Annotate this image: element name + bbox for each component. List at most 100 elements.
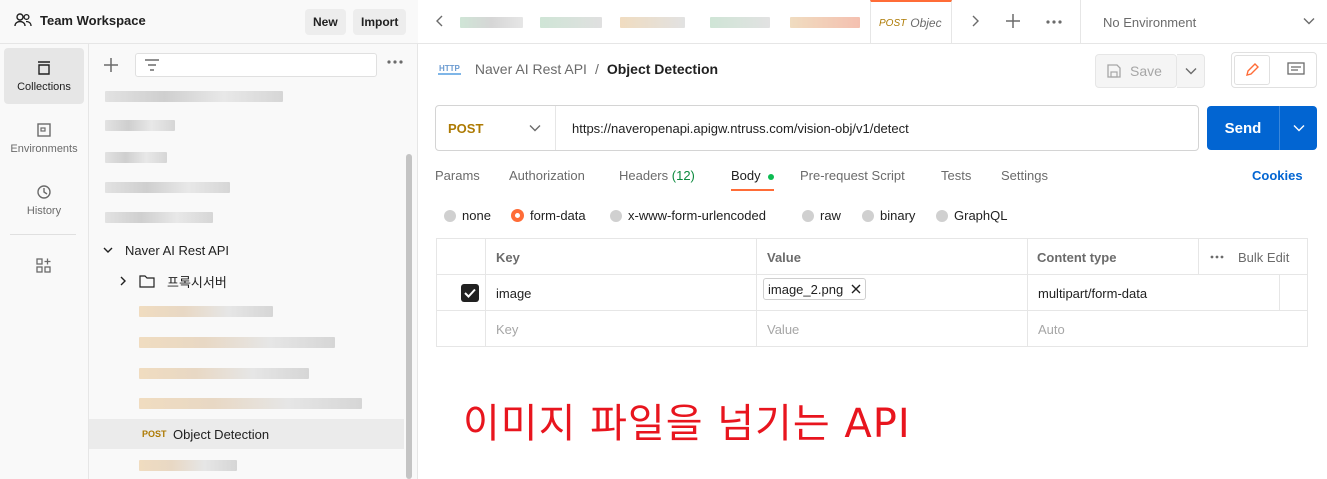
redacted-request[interactable] <box>139 337 335 348</box>
chevron-down-icon <box>1185 67 1197 75</box>
table-row-empty: Key Value Auto <box>437 311 1307 347</box>
tabs-scroll-left-icon[interactable] <box>436 15 444 27</box>
redacted-tab[interactable] <box>460 17 523 28</box>
redacted-request[interactable] <box>139 460 237 471</box>
breadcrumb-parent[interactable]: Naver AI Rest API <box>475 61 587 77</box>
content-type-placeholder[interactable]: Auto <box>1038 311 1065 347</box>
documentation-mode-button[interactable] <box>1278 55 1314 85</box>
tab-method-badge: POST <box>879 17 907 29</box>
method-select[interactable]: POST <box>436 106 556 150</box>
tab-object-detection[interactable]: POST Objec <box>870 0 952 44</box>
redacted-collection[interactable] <box>105 91 283 102</box>
filter-input[interactable] <box>135 53 377 77</box>
collection-node[interactable]: Naver AI Rest API <box>103 240 229 260</box>
radio-urlencoded[interactable]: x-www-form-urlencoded <box>610 208 766 223</box>
radio-form-data[interactable]: form-data <box>511 208 586 223</box>
radio-raw[interactable]: raw <box>802 208 841 223</box>
row-value-file[interactable]: image_2.png <box>763 275 867 311</box>
url-input[interactable]: https://naveropenapi.apigw.ntruss.com/vi… <box>556 121 909 136</box>
bulk-edit-button[interactable]: Bulk Edit <box>1210 239 1289 275</box>
request-method-badge: POST <box>142 429 167 439</box>
row-key[interactable]: image <box>496 275 531 311</box>
cookies-link[interactable]: Cookies <box>1252 168 1303 183</box>
chevron-down-icon <box>1293 124 1305 132</box>
column-header-content-type: Content type <box>1037 249 1117 265</box>
radio-circle-selected <box>511 209 524 222</box>
tabs-more-icon[interactable] <box>1046 19 1062 25</box>
checkmark-icon <box>461 284 479 302</box>
redacted-tab[interactable] <box>540 17 602 28</box>
tab-prerequest-script[interactable]: Pre-request Script <box>800 168 905 183</box>
rail-item-apps[interactable] <box>4 240 84 292</box>
radio-graphql[interactable]: GraphQL <box>936 208 1007 223</box>
row-content-type[interactable]: multipart/form-data <box>1038 275 1147 311</box>
rail-item-environments[interactable]: Environments <box>4 110 84 166</box>
radio-circle <box>862 209 874 222</box>
tab-tests[interactable]: Tests <box>941 168 971 183</box>
redacted-tab[interactable] <box>620 17 685 28</box>
tab-params[interactable]: Params <box>435 168 480 183</box>
save-button[interactable]: Save <box>1095 54 1177 88</box>
edit-mode-button[interactable] <box>1234 55 1270 85</box>
rail-item-collections[interactable]: Collections <box>4 48 84 104</box>
sidebar-scrollbar[interactable] <box>406 154 412 479</box>
tab-body[interactable]: Body <box>731 168 775 191</box>
environments-icon <box>35 121 53 139</box>
table-header-row: Key Value Content type Bulk Edit <box>437 239 1307 275</box>
rail-label-collections: Collections <box>17 81 71 93</box>
redacted-collection[interactable] <box>105 182 230 193</box>
radio-none-label: none <box>462 208 491 223</box>
save-options-button[interactable] <box>1177 54 1205 88</box>
collections-sidebar: Naver AI Rest API 프록시서버 POST Object Dete… <box>89 44 418 479</box>
radio-none[interactable]: none <box>444 208 491 223</box>
collection-name: Naver AI Rest API <box>125 242 230 258</box>
rail-item-history[interactable]: History <box>4 172 84 228</box>
team-icon <box>14 12 32 28</box>
redacted-collection[interactable] <box>105 120 175 131</box>
method-label: POST <box>448 120 484 136</box>
send-button[interactable]: Send <box>1207 106 1317 150</box>
radio-urlencoded-label: x-www-form-urlencoded <box>628 208 766 223</box>
body-indicator-dot <box>768 173 775 180</box>
radio-graphql-label: GraphQL <box>954 208 1008 223</box>
more-icon <box>1210 255 1224 259</box>
redacted-request[interactable] <box>139 398 362 409</box>
send-options-button[interactable] <box>1279 106 1317 150</box>
breadcrumb: HTTP Naver AI Rest API / Object Detectio… <box>438 61 718 77</box>
tab-authorization[interactable]: Authorization <box>509 168 585 183</box>
chevron-down-icon <box>103 246 113 254</box>
tabs-scroll-right-icon[interactable] <box>971 15 979 27</box>
http-icon: HTTP <box>438 63 461 75</box>
tab-headers[interactable]: Headers (12) <box>619 168 695 183</box>
filter-icon <box>144 58 160 72</box>
redacted-collection[interactable] <box>105 212 213 223</box>
redacted-request[interactable] <box>139 368 309 379</box>
tab-settings[interactable]: Settings <box>1001 168 1048 183</box>
request-item-selected[interactable]: POST Object Detection <box>89 419 404 449</box>
chevron-down-icon <box>1303 17 1315 25</box>
key-placeholder[interactable]: Key <box>496 311 518 347</box>
comment-icon <box>1287 62 1305 78</box>
workspace-switcher[interactable]: Team Workspace <box>14 12 146 28</box>
url-bar: POST https://naveropenapi.apigw.ntruss.c… <box>435 105 1199 151</box>
remove-file-icon[interactable] <box>851 284 861 294</box>
redacted-tab[interactable] <box>790 17 860 28</box>
sidebar-more-icon[interactable] <box>387 59 403 65</box>
navigation-rail: Collections Environments History <box>0 44 89 479</box>
pencil-icon <box>1244 62 1260 78</box>
redacted-collection[interactable] <box>105 152 167 163</box>
environment-selector[interactable]: No Environment <box>1080 0 1327 44</box>
redacted-request[interactable] <box>139 306 273 317</box>
new-button[interactable]: New <box>305 9 346 35</box>
breadcrumb-current[interactable]: Object Detection <box>607 61 718 77</box>
row-enabled-checkbox[interactable] <box>461 275 479 311</box>
value-placeholder[interactable]: Value <box>767 311 799 347</box>
collections-icon <box>35 59 53 77</box>
add-collection-icon[interactable] <box>103 57 119 73</box>
radio-form-data-label: form-data <box>530 208 586 223</box>
radio-binary[interactable]: binary <box>862 208 915 223</box>
import-button[interactable]: Import <box>353 9 407 35</box>
folder-node[interactable]: 프록시서버 <box>119 271 227 291</box>
redacted-tab[interactable] <box>710 17 770 28</box>
new-tab-icon[interactable] <box>1006 14 1020 28</box>
